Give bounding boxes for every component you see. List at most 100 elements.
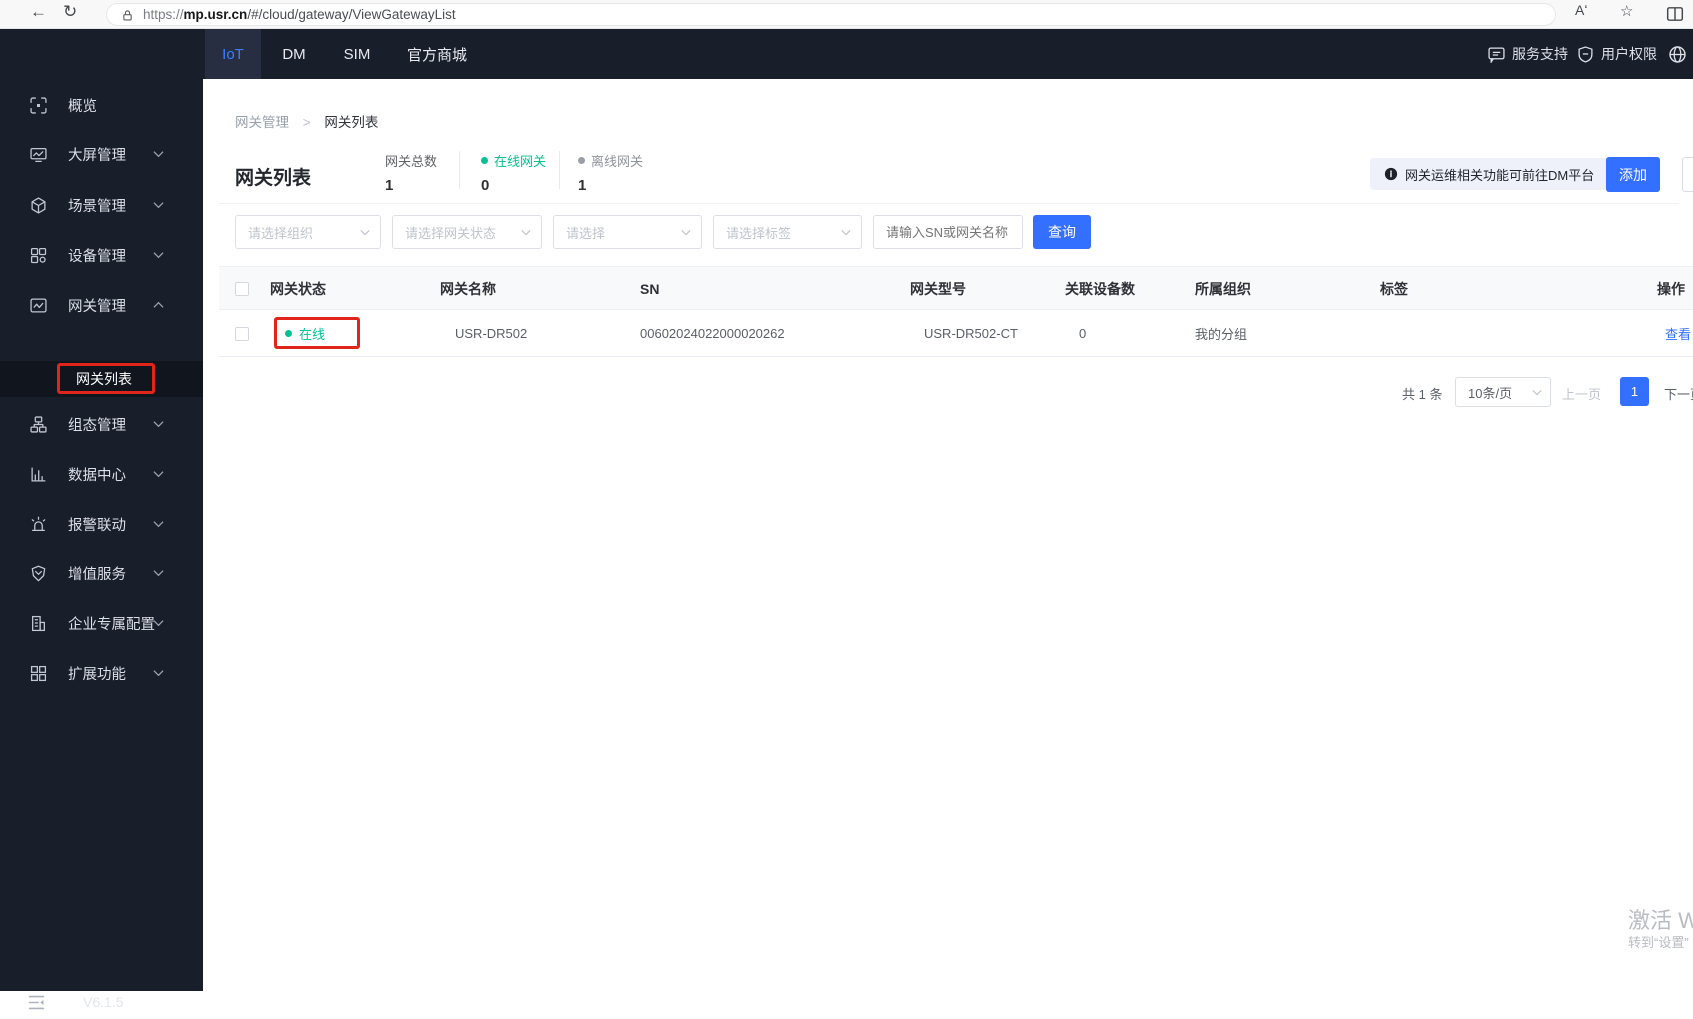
cell-device-count: 0 [1079, 326, 1087, 341]
chevron-down-icon [153, 252, 164, 259]
shield-icon [1578, 45, 1593, 63]
chevron-down-icon [153, 151, 164, 158]
back-icon[interactable]: ← [30, 2, 47, 22]
chevron-down-icon [521, 229, 531, 235]
chevron-down-icon [841, 229, 851, 235]
org-select[interactable]: 请选择组织 [235, 215, 381, 249]
stat-divider [459, 151, 460, 189]
breadcrumb-separator: > [302, 115, 311, 130]
tab-iot[interactable]: IoT [205, 29, 261, 79]
lock-icon [123, 10, 132, 21]
chevron-down-icon [153, 570, 164, 577]
select-all-checkbox[interactable] [235, 282, 249, 296]
chevron-up-icon [153, 301, 164, 308]
cell-model: USR-DR502-CT [924, 326, 1018, 341]
sn-search-input[interactable] [873, 215, 1023, 249]
chevron-down-icon [153, 421, 164, 428]
breadcrumb-current: 网关列表 [324, 115, 379, 130]
watermark-line1: 激活 W [1628, 908, 1693, 933]
screen-icon [30, 147, 47, 162]
prev-page-button[interactable]: 上一页 [1562, 384, 1601, 403]
globe-language-icon[interactable] [1668, 45, 1687, 64]
service-support-button[interactable]: 服务支持 [1488, 29, 1568, 79]
chat-icon [1488, 46, 1505, 63]
url-text: https://mp.usr.cn/#/cloud/gateway/ViewGa… [143, 7, 456, 22]
gateway-status-select[interactable]: 请选择网关状态 [392, 215, 542, 249]
sidebar-item-alarm-linkage[interactable]: 报警联动 [0, 501, 203, 547]
scene-icon [31, 196, 46, 214]
sidebar-item-value-added[interactable]: 增值服务 [0, 550, 203, 596]
generic-select[interactable]: 请选择 [553, 215, 702, 249]
view-link[interactable]: 查看 [1665, 310, 1691, 357]
page-1-button[interactable]: 1 [1620, 377, 1649, 406]
chevron-down-icon [681, 229, 691, 235]
info-icon [1384, 167, 1398, 181]
cell-sn: 00602024022000020262 [640, 326, 785, 341]
overview-icon [30, 96, 47, 114]
next-page-button[interactable]: 下一页 [1664, 384, 1693, 403]
cell-org: 我的分组 [1195, 327, 1248, 342]
sidebar-item-scada-mgmt[interactable]: 组态管理 [0, 401, 203, 447]
table-header-row: 网关状态 网关名称 SN 网关型号 关联设备数 所属组织 标签 操作 [219, 266, 1693, 310]
stat-divider [559, 151, 560, 189]
watermark-line2: 转到“设置” [1628, 935, 1689, 950]
chevron-down-icon [153, 521, 164, 528]
favorite-star-icon[interactable]: ☆ [1620, 2, 1633, 20]
sidebar-item-screen-mgmt[interactable]: 大屏管理 [0, 131, 203, 177]
tab-dm[interactable]: DM [272, 29, 316, 79]
refresh-icon[interactable]: ↻ [63, 2, 77, 22]
total-count-label: 共 1 条 [1402, 387, 1443, 402]
read-aloud-icon[interactable]: Aʻ [1575, 2, 1587, 18]
sidebar-item-device-mgmt[interactable]: 设备管理 [0, 232, 203, 278]
page-size-select[interactable]: 10条/页 [1455, 377, 1551, 407]
building-icon [32, 615, 45, 631]
sidebar-item-scene-mgmt[interactable]: 场景管理 [0, 182, 203, 228]
sidebar-nav: 概览 大屏管理 场景管理 设备管理 网关管理 网关列表 组态管理 数据中心 报警… [0, 29, 203, 1010]
address-bar[interactable]: https://mp.usr.cn/#/cloud/gateway/ViewGa… [106, 3, 1556, 26]
secondary-button-partial[interactable] [1682, 157, 1693, 192]
breadcrumb-parent[interactable]: 网关管理 [235, 115, 289, 130]
query-button[interactable]: 查询 [1033, 215, 1091, 249]
col-sn: SN [640, 281, 660, 297]
browser-toolbar: ← ↻ https://mp.usr.cn/#/cloud/gateway/Vi… [0, 0, 1693, 29]
grid-icon [30, 665, 47, 681]
app-header: IoT DM SIM 官方商城 服务支持 用户权限 有人云控制台 www.usr… [0, 29, 1693, 79]
bar-chart-icon [31, 466, 46, 482]
user-permission-button[interactable]: 用户权限 [1577, 29, 1657, 79]
chevron-down-icon [1532, 389, 1542, 395]
sidebar-item-overview[interactable]: 概览 [0, 82, 203, 128]
sidebar-item-extensions[interactable]: 扩展功能 [0, 650, 203, 696]
split-screen-icon[interactable] [1666, 5, 1684, 23]
badge-icon [31, 565, 46, 581]
status-badge: 在线 [285, 310, 325, 357]
col-org: 所属组织 [1195, 281, 1251, 297]
col-action: 操作 [1657, 281, 1685, 297]
stat-gateway-total: 网关总数 1 [385, 154, 438, 194]
breadcrumb: 网关管理 > 网关列表 [235, 111, 378, 131]
section-divider [219, 203, 1679, 204]
gateway-icon [30, 297, 47, 313]
chevron-down-icon [153, 670, 164, 677]
sidebar-item-gateway-mgmt[interactable]: 网关管理 [0, 282, 203, 328]
row-checkbox[interactable] [235, 326, 249, 341]
pagination: 共 1 条 10条/页 上一页 1 下一页 [203, 376, 1693, 408]
tab-sim[interactable]: SIM [333, 29, 381, 79]
add-gateway-button[interactable]: 添加 [1606, 157, 1660, 192]
col-tag: 标签 [1380, 281, 1408, 297]
col-status: 网关状态 [270, 281, 326, 297]
alarm-icon [31, 516, 46, 531]
page-title: 网关列表 [235, 168, 312, 189]
stat-gateway-offline: 离线网关 1 [578, 154, 644, 194]
collapse-menu-icon[interactable] [28, 995, 45, 1010]
tab-official-mall[interactable]: 官方商城 [404, 29, 470, 79]
scada-icon [30, 415, 47, 433]
dm-platform-notice[interactable]: 网关运维相关功能可前往DM平台 [1370, 158, 1609, 190]
device-icon [30, 247, 47, 263]
col-device-count: 关联设备数 [1065, 281, 1135, 297]
tag-select[interactable]: 请选择标签 [713, 215, 862, 249]
sidebar-item-enterprise-config[interactable]: 企业专属配置 [0, 600, 203, 646]
chevron-down-icon [153, 620, 164, 627]
sidebar-footer: V6.1.5 [0, 985, 203, 1019]
sidebar-item-data-center[interactable]: 数据中心 [0, 451, 203, 497]
col-name: 网关名称 [440, 281, 496, 297]
